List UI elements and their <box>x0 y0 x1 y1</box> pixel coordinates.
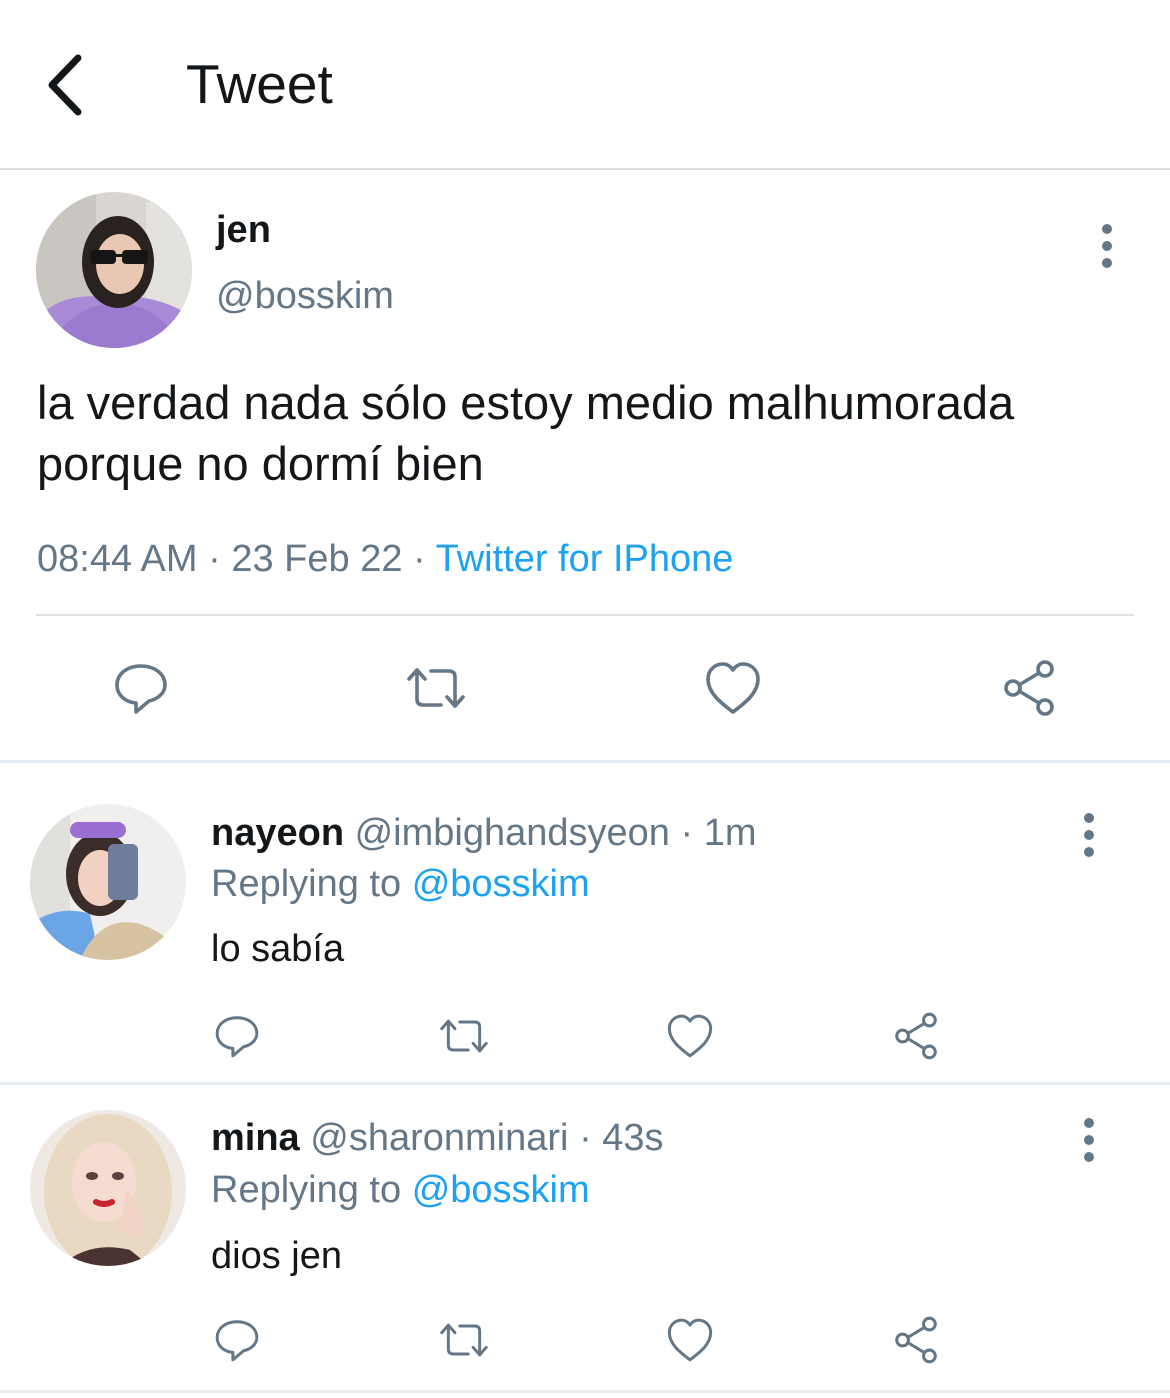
meta-separator: · <box>208 538 221 580</box>
reply-text: lo sabía <box>211 928 345 970</box>
tweet-text: la verdad nada sólo estoy medio malhumor… <box>37 376 1015 490</box>
replying-to: Replying to @bosskim <box>211 1167 590 1213</box>
meta-separator: · <box>413 538 426 580</box>
tweet-date: 23 Feb 22 <box>231 538 403 580</box>
page-title: Tweet <box>186 53 333 115</box>
reply-button[interactable] <box>105 652 177 724</box>
retweet-icon <box>407 668 465 708</box>
reply-button[interactable] <box>207 1310 267 1370</box>
reply-time: 43s <box>602 1117 664 1159</box>
top-bar: Tweet <box>0 0 1170 170</box>
more-icon <box>1079 813 1099 857</box>
like-button[interactable] <box>697 652 769 724</box>
chevron-left-icon <box>48 54 82 116</box>
reply-time: 1m <box>703 812 757 854</box>
retweet-button[interactable] <box>400 652 472 724</box>
author-avatar[interactable] <box>36 192 192 348</box>
replying-to: Replying to @bosskim <box>211 861 590 907</box>
replying-to-handle[interactable]: @bosskim <box>412 1169 590 1211</box>
replying-to-handle[interactable]: @bosskim <box>412 863 590 905</box>
replying-to-label: Replying to <box>211 1169 402 1211</box>
like-icon <box>667 1014 713 1058</box>
reply-header: nayeon @imbighandsyeon · 1m <box>211 810 757 856</box>
reply-icon <box>215 1320 259 1362</box>
reply-separator: · <box>680 812 694 854</box>
tweet-source-link[interactable]: Twitter for IPhone <box>436 538 734 580</box>
divider <box>36 614 1134 616</box>
share-icon <box>895 1316 937 1364</box>
reply-author-handle[interactable]: @imbighandsyeon <box>355 812 670 854</box>
more-options-button[interactable] <box>1097 224 1117 268</box>
reply-author-name[interactable]: mina <box>211 1117 300 1159</box>
retweet-button[interactable] <box>434 1310 494 1370</box>
reply-header: mina @sharonminari · 43s <box>211 1115 664 1161</box>
share-button[interactable] <box>993 652 1065 724</box>
like-icon <box>706 662 760 714</box>
share-button[interactable] <box>886 1310 946 1370</box>
replying-to-label: Replying to <box>211 863 402 905</box>
more-options-button[interactable] <box>1079 813 1099 857</box>
retweet-button[interactable] <box>434 1006 494 1066</box>
back-button[interactable] <box>40 50 96 120</box>
share-icon <box>895 1012 937 1060</box>
more-icon <box>1079 1118 1099 1162</box>
reply-author-handle[interactable]: @sharonminari <box>310 1117 568 1159</box>
reply-button[interactable] <box>207 1006 267 1066</box>
retweet-icon <box>440 1019 488 1053</box>
author-handle[interactable]: @bosskim <box>216 274 394 318</box>
more-icon <box>1097 224 1117 268</box>
more-options-button[interactable] <box>1079 1118 1099 1162</box>
retweet-icon <box>440 1323 488 1357</box>
reply-icon <box>115 664 167 714</box>
share-button[interactable] <box>886 1006 946 1066</box>
tweet-time: 08:44 AM <box>37 538 198 580</box>
section-separator <box>0 1390 1170 1393</box>
like-icon <box>667 1318 713 1362</box>
author-name[interactable]: jen <box>216 208 271 252</box>
reply-avatar[interactable] <box>30 1110 186 1266</box>
like-button[interactable] <box>660 1310 720 1370</box>
reply-text: dios jen <box>211 1235 342 1277</box>
tweet-meta: 08:44 AM · 23 Feb 22 · Twitter for IPhon… <box>37 536 733 582</box>
reply-separator: · <box>579 1117 592 1159</box>
reply-avatar[interactable] <box>30 804 186 960</box>
share-icon <box>1004 660 1054 716</box>
section-separator <box>0 760 1170 763</box>
reply-icon <box>215 1016 259 1058</box>
like-button[interactable] <box>660 1006 720 1066</box>
reply-author-name[interactable]: nayeon <box>211 812 344 854</box>
section-separator <box>0 1082 1170 1085</box>
